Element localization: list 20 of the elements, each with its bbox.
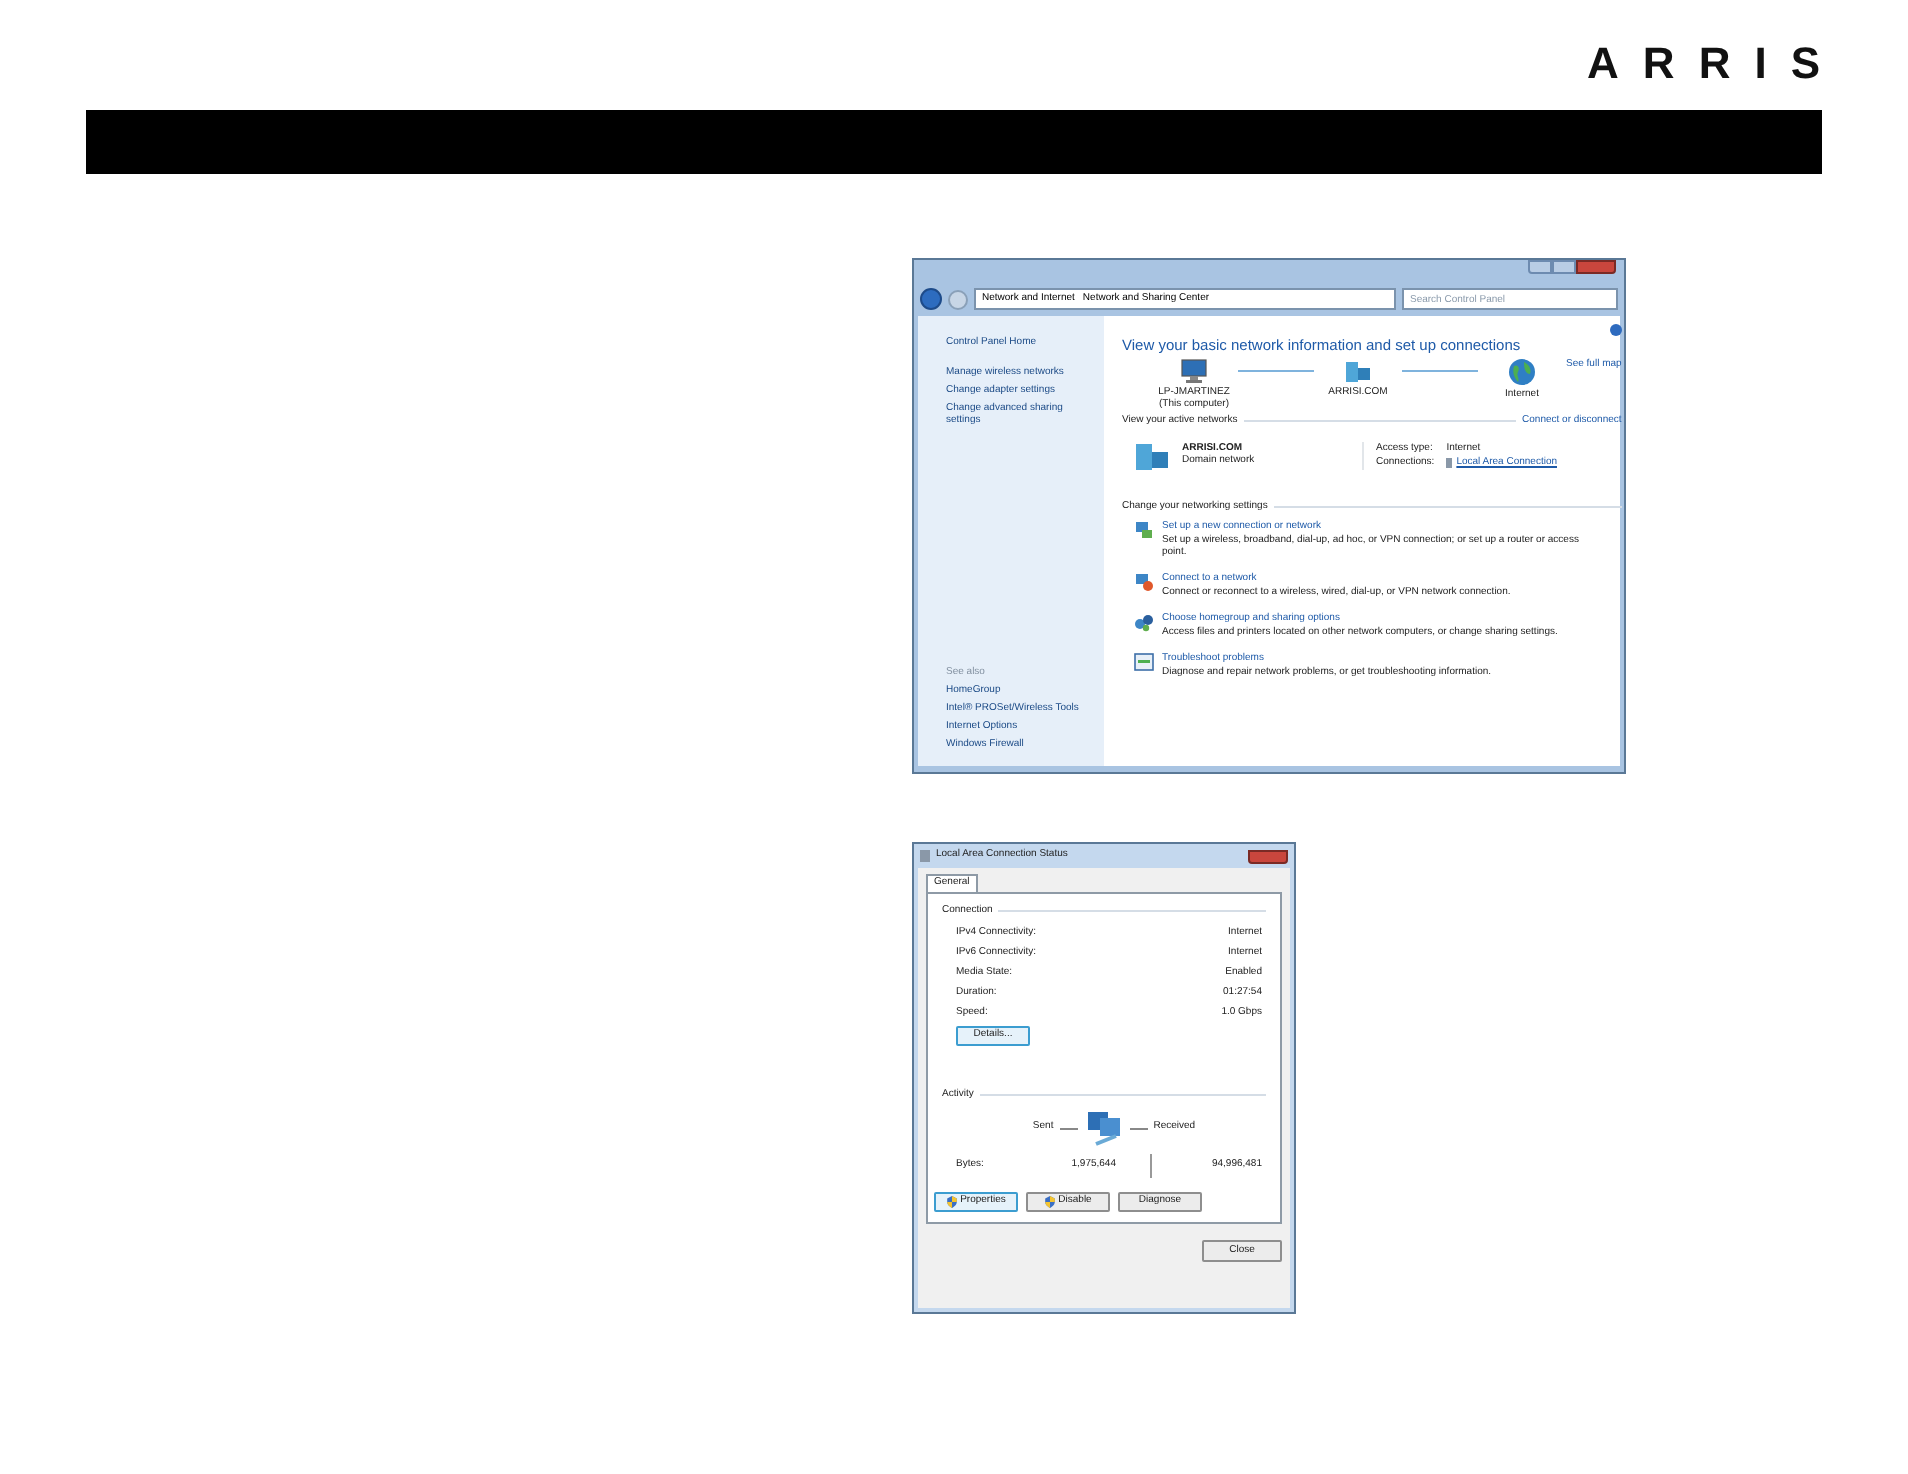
homegroup-icon — [1134, 612, 1154, 632]
minimize-button[interactable] — [1528, 260, 1552, 274]
shield-icon — [1044, 1196, 1057, 1208]
help-icon[interactable] — [1609, 324, 1622, 336]
close-button[interactable] — [1248, 849, 1288, 863]
network-connect-icon — [1134, 572, 1154, 592]
shield-icon — [946, 1196, 959, 1208]
troubleshoot-icon — [1134, 652, 1154, 672]
network-icon — [1344, 358, 1372, 384]
maximize-button[interactable] — [1552, 260, 1576, 274]
network-icon — [1134, 439, 1170, 471]
forward-button[interactable] — [948, 289, 968, 309]
globe-icon — [1508, 358, 1536, 386]
brand-logo: ARRIS — [1587, 36, 1844, 92]
computers-icon — [1083, 1108, 1124, 1148]
back-button[interactable] — [920, 288, 942, 310]
computer-icon — [1180, 358, 1208, 384]
network-setup-icon — [1134, 520, 1154, 540]
connection-icon — [1446, 457, 1453, 467]
network-icon — [920, 850, 930, 862]
